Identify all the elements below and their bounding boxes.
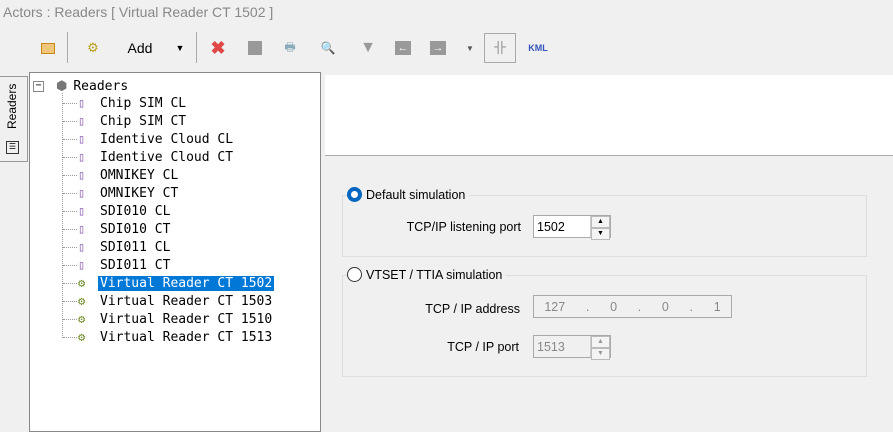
tree-root[interactable]: − ⬢ Readers (33, 77, 130, 95)
add-dropdown-arrow[interactable]: ▼ (172, 36, 188, 60)
chip-toggle-button[interactable]: 卝 (484, 33, 516, 63)
card-reader-icon: ▯ (78, 96, 86, 110)
virtual-reader-icon: ⚙ (78, 330, 86, 344)
stop-button[interactable] (245, 36, 265, 60)
ip-octet-2[interactable]: 0 (610, 300, 617, 314)
stop-icon (248, 41, 262, 55)
ip-octet-3[interactable]: 0 (662, 300, 669, 314)
radio-unchecked-icon (347, 267, 362, 282)
ip-octet-1[interactable]: 127 (544, 300, 565, 314)
forward-button[interactable]: → (428, 36, 448, 60)
back-button[interactable]: ← (393, 36, 413, 60)
radio-checked-icon (347, 187, 362, 202)
tree-item[interactable]: ▯ Identive Cloud CT (78, 148, 235, 166)
tab-readers[interactable]: Readers ☰ (0, 76, 28, 162)
arrow-right-icon: → (430, 41, 446, 55)
spin-up-icon[interactable]: ▲ (591, 216, 610, 228)
spin-down-icon[interactable]: ▼ (591, 348, 610, 360)
card-reader-icon: ▯ (78, 114, 86, 128)
open-folder-button[interactable] (38, 36, 58, 60)
tab-readers-label: Readers (5, 83, 19, 129)
arrow-left-icon: ← (395, 41, 411, 55)
ip-port-label: TCP / IP port (447, 340, 519, 354)
tree-item[interactable]: ▯ OMNIKEY CT (78, 184, 180, 202)
add-reader-icon-button[interactable]: ⚙ (82, 36, 104, 60)
delete-icon[interactable]: ✖ (208, 36, 228, 60)
virtual-reader-icon: ⚙ (78, 294, 86, 308)
tree-item[interactable]: ▯ SDI011 CL (78, 238, 172, 256)
window-title: Actors : Readers [ Virtual Reader CT 150… (3, 4, 274, 20)
details-top-panel (325, 75, 893, 156)
card-reader-icon: ▯ (78, 240, 86, 254)
card-reader-icon: ▯ (78, 204, 86, 218)
vtset-simulation-radio[interactable]: VTSET / TTIA simulation (347, 267, 507, 282)
ip-port-spinner[interactable]: 1513 ▲ ▼ (533, 335, 611, 360)
spin-down-icon[interactable]: ▼ (591, 228, 610, 240)
spin-up-icon[interactable]: ▲ (591, 336, 610, 348)
toolbar: ⚙ Add ▼ ✖ 🖶 🔍 ▼ ← → ▼ 卝 KML (0, 30, 560, 66)
card-reader-icon: ▯ (78, 222, 86, 236)
collapse-icon[interactable]: − (33, 80, 44, 92)
tree-item[interactable]: ⚙ Virtual Reader CT 1513 (78, 328, 274, 346)
tree-item[interactable]: ⚙ Virtual Reader CT 1502 (78, 274, 275, 292)
folder-icon (41, 42, 55, 54)
vtset-simulation-group (342, 275, 867, 377)
tree-item[interactable]: ▯ Identive Cloud CL (78, 130, 235, 148)
card-reader-icon: ▯ (78, 168, 86, 182)
card-reader-icon: ▯ (78, 258, 86, 272)
kml-button[interactable]: KML (526, 36, 550, 60)
tree-item[interactable]: ▯ SDI010 CT (78, 220, 172, 238)
tree-item[interactable]: ▯ Chip SIM CT (78, 112, 188, 130)
virtual-reader-icon: ⚙ (78, 312, 86, 326)
tree-item[interactable]: ⚙ Virtual Reader CT 1510 (78, 310, 274, 328)
list-icon: ☰ (6, 141, 19, 154)
readers-root-icon: ⬢ (56, 78, 68, 94)
listening-port-spinner[interactable]: 1502 ▲ ▼ (533, 215, 611, 240)
tree-item[interactable]: ▯ SDI010 CL (78, 202, 172, 220)
ip-address-field[interactable]: 127. 0. 0. 1 (533, 295, 732, 318)
add-button[interactable]: Add (118, 36, 162, 60)
card-reader-icon: ▯ (78, 132, 86, 146)
card-reader-icon: ▯ (78, 186, 86, 200)
listening-port-label: TCP/IP listening port (406, 220, 521, 234)
tree-item[interactable]: ▯ OMNIKEY CL (78, 166, 180, 184)
print-icon[interactable]: 🖶 (280, 36, 300, 60)
default-simulation-radio[interactable]: Default simulation (347, 187, 470, 202)
tree-item[interactable]: ▯ SDI011 CT (78, 256, 172, 274)
virtual-reader-icon: ⚙ (78, 276, 86, 290)
ip-address-label: TCP / IP address (425, 302, 520, 316)
filter-icon[interactable]: ▼ (358, 36, 378, 60)
search-icon[interactable]: 🔍 (318, 36, 338, 60)
tree-item[interactable]: ▯ Chip SIM CL (78, 94, 188, 112)
card-reader-icon: ▯ (78, 150, 86, 164)
ip-octet-4[interactable]: 1 (714, 300, 721, 314)
reader-network-icon: ⚙ (87, 40, 99, 55)
tree-item[interactable]: ⚙ Virtual Reader CT 1503 (78, 292, 274, 310)
more-dropdown-arrow[interactable]: ▼ (463, 36, 477, 60)
